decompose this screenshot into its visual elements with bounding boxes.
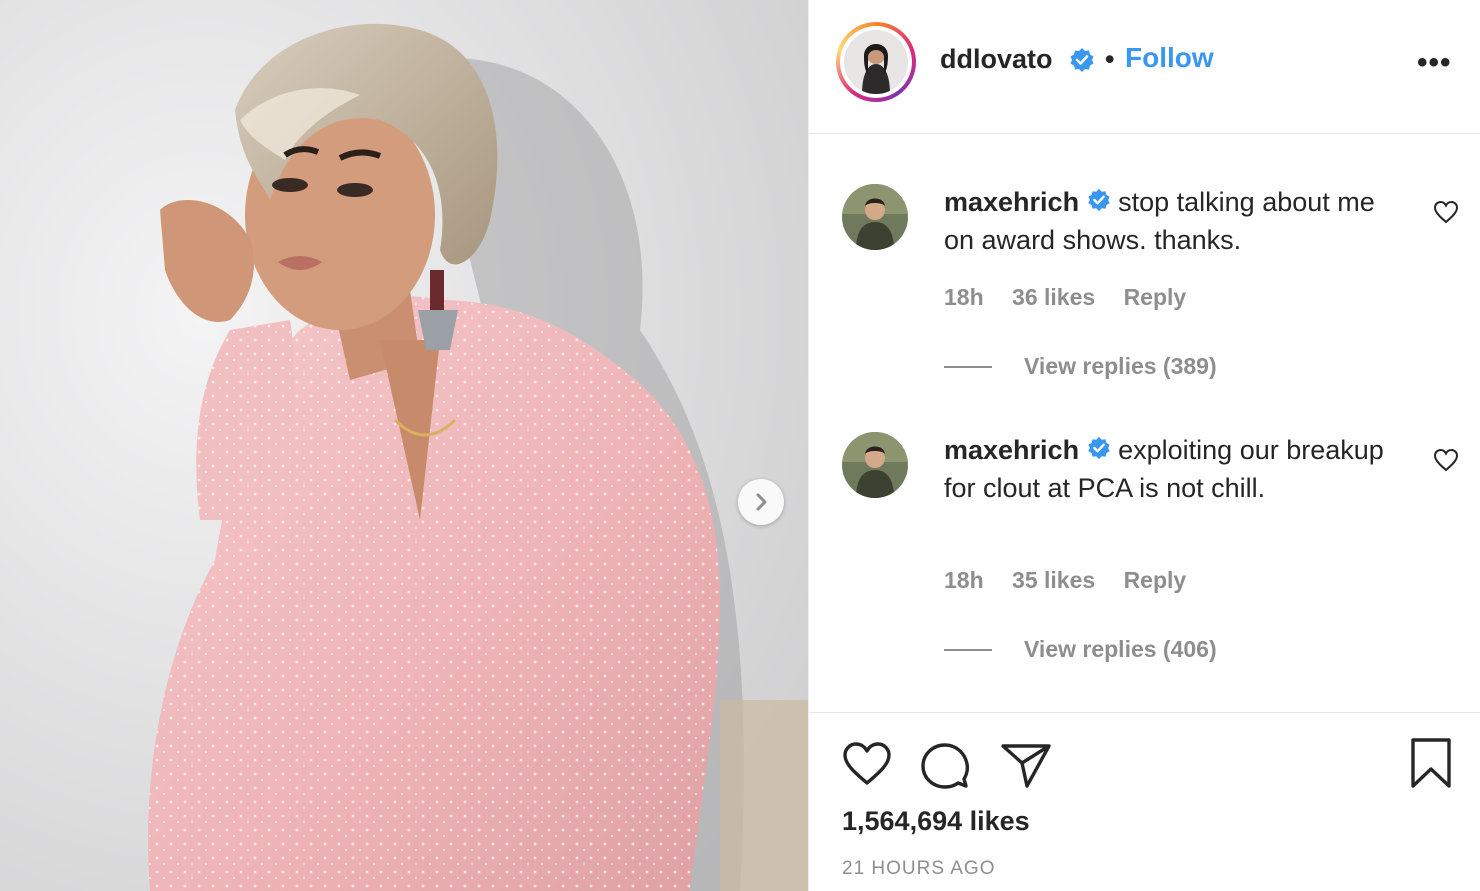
instagram-post: ddlovato • Follow ••• maxehrich stop tal… (0, 0, 1480, 891)
view-replies-label: View replies (406) (1024, 636, 1217, 662)
heart-icon (843, 742, 891, 785)
comment-username[interactable]: maxehrich (944, 435, 1079, 465)
next-photo-button[interactable] (738, 479, 784, 525)
reply-button[interactable]: Reply (1124, 567, 1187, 593)
comment-time: 18h (944, 284, 984, 310)
comment-username[interactable]: maxehrich (944, 187, 1079, 217)
commenter-avatar[interactable] (842, 432, 908, 498)
comment-button[interactable] (920, 741, 970, 794)
post-header: ddlovato • Follow ••• (809, 0, 1480, 134)
post-actions: 1,564,694 likes 21 HOURS AGO (809, 712, 1480, 891)
heart-icon (1433, 448, 1459, 472)
more-options-button[interactable]: ••• (1417, 46, 1452, 80)
chevron-right-icon (756, 493, 767, 511)
comment-text-block: maxehrich exploiting our breakup for clo… (944, 432, 1384, 507)
comment-bubble-icon (921, 743, 970, 789)
replies-divider-line (944, 648, 992, 651)
commenter-avatar[interactable] (842, 184, 908, 250)
verified-badge-icon (1087, 433, 1111, 470)
reply-button[interactable]: Reply (1124, 284, 1187, 310)
like-button[interactable] (842, 741, 892, 792)
heart-icon (1433, 200, 1459, 224)
commenter-avatar-image (842, 432, 908, 498)
verified-badge-icon (1087, 185, 1111, 222)
post-timestamp[interactable]: 21 HOURS AGO (842, 858, 996, 880)
author-username[interactable]: ddlovato (940, 44, 1053, 75)
post-like-count[interactable]: 1,564,694 likes (842, 806, 1030, 837)
paper-plane-icon (1001, 744, 1051, 788)
comment-likes[interactable]: 36 likes (1012, 284, 1095, 310)
view-replies-button[interactable]: View replies (389) (944, 353, 1217, 380)
comment-likes[interactable]: 35 likes (1012, 567, 1095, 593)
commenter-avatar-image (842, 184, 908, 250)
verified-badge-icon (1069, 47, 1095, 78)
comment-like-button[interactable] (1433, 200, 1459, 229)
author-avatar[interactable] (836, 22, 916, 102)
save-button[interactable] (1409, 737, 1453, 794)
post-photo (0, 0, 808, 891)
comment-meta: 18h 36 likes Reply (944, 284, 1208, 311)
comment-time: 18h (944, 567, 984, 593)
photo-illustration (0, 0, 808, 891)
view-replies-button[interactable]: View replies (406) (944, 636, 1217, 663)
comment-text-block: maxehrich stop talking about me on award… (944, 184, 1384, 259)
header-separator: • (1105, 44, 1115, 74)
comment-like-button[interactable] (1433, 448, 1459, 477)
view-replies-label: View replies (389) (1024, 353, 1217, 379)
comment-meta: 18h 35 likes Reply (944, 567, 1208, 594)
replies-divider-line (944, 365, 992, 368)
author-avatar-image (844, 30, 908, 94)
share-button[interactable] (1000, 741, 1052, 794)
bookmark-icon (1411, 738, 1451, 788)
follow-button[interactable]: Follow (1125, 42, 1214, 74)
post-side-panel: ddlovato • Follow ••• maxehrich stop tal… (808, 0, 1480, 891)
